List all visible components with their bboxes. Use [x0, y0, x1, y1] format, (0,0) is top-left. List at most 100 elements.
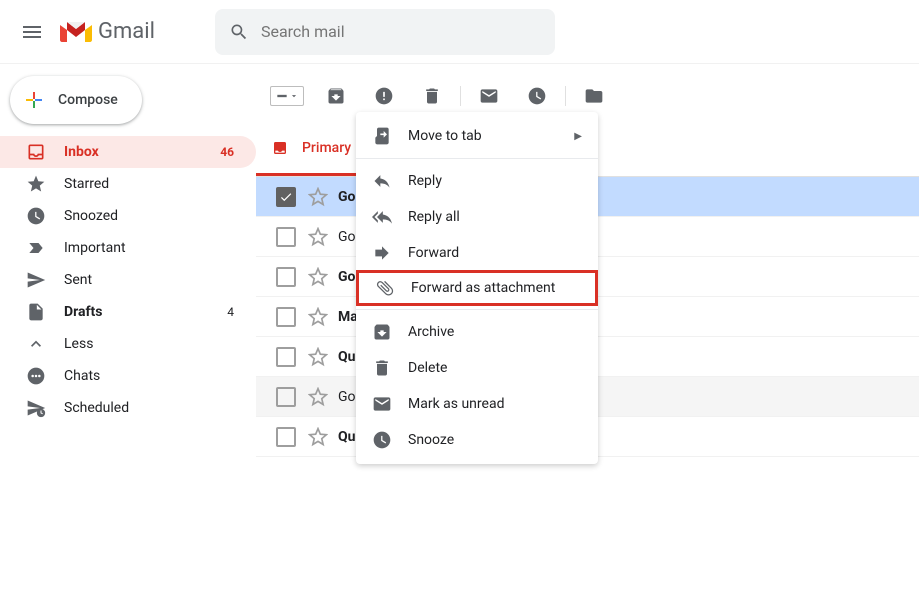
- archive-button[interactable]: [312, 76, 360, 116]
- row-checkbox[interactable]: [276, 307, 296, 327]
- sidebar-item-chats[interactable]: Chats: [0, 360, 256, 392]
- menu-forward[interactable]: Forward: [356, 235, 598, 271]
- search-bar[interactable]: [215, 9, 555, 55]
- app-name: Gmail: [98, 19, 155, 44]
- sidebar-item-scheduled[interactable]: Scheduled: [0, 392, 256, 424]
- folder-icon: [584, 86, 604, 106]
- clock-icon: [372, 430, 392, 450]
- chats-icon: [26, 366, 46, 386]
- tab-primary[interactable]: Primary: [256, 120, 367, 176]
- gmail-logo-icon: [60, 20, 92, 44]
- move-to-button[interactable]: [570, 76, 618, 116]
- reply-all-icon: [372, 207, 392, 227]
- clock-icon: [26, 206, 46, 226]
- menu-forward-as-attachment[interactable]: Forward as attachment: [356, 270, 598, 306]
- clock-icon: [527, 86, 547, 106]
- gmail-logo[interactable]: Gmail: [60, 19, 155, 44]
- menu-reply-all[interactable]: Reply all: [356, 199, 598, 235]
- sidebar-label: Sent: [64, 272, 244, 288]
- hamburger-icon: [20, 20, 44, 44]
- delete-button[interactable]: [408, 76, 456, 116]
- email-sender: Go: [338, 389, 356, 405]
- compose-label: Compose: [58, 92, 118, 108]
- submenu-arrow-icon: ▶: [574, 131, 582, 142]
- spam-icon: [374, 86, 394, 106]
- archive-icon: [372, 322, 392, 342]
- send-icon: [26, 270, 46, 290]
- menu-snooze[interactable]: Snooze: [356, 422, 598, 458]
- sidebar-item-snoozed[interactable]: Snoozed: [0, 200, 256, 232]
- star-icon[interactable]: [308, 227, 328, 247]
- row-checkbox[interactable]: [276, 427, 296, 447]
- menu-label: Forward: [408, 245, 459, 261]
- menu-label: Reply: [408, 173, 442, 189]
- mail-icon: [372, 394, 392, 414]
- sidebar-label: Snoozed: [64, 208, 244, 224]
- email-sender: Go: [338, 229, 356, 245]
- sidebar-item-starred[interactable]: Starred: [0, 168, 256, 200]
- mark-unread-button[interactable]: [465, 76, 513, 116]
- sidebar-item-drafts[interactable]: Drafts 4: [0, 296, 256, 328]
- row-checkbox[interactable]: [276, 187, 296, 207]
- menu-separator: [356, 309, 598, 310]
- menu-archive[interactable]: Archive: [356, 314, 598, 350]
- select-all-checkbox[interactable]: [270, 86, 304, 106]
- menu-mark-unread[interactable]: Mark as unread: [356, 386, 598, 422]
- menu-separator: [356, 158, 598, 159]
- sidebar-count: 46: [220, 145, 234, 159]
- trash-icon: [372, 358, 392, 378]
- reply-icon: [372, 171, 392, 191]
- menu-reply[interactable]: Reply: [356, 163, 598, 199]
- header: Gmail: [0, 0, 919, 64]
- star-icon[interactable]: [308, 427, 328, 447]
- search-input[interactable]: [261, 22, 541, 41]
- menu-label: Move to tab: [408, 128, 482, 144]
- forward-icon: [372, 243, 392, 263]
- compose-button[interactable]: Compose: [10, 76, 142, 124]
- menu-label: Archive: [408, 324, 454, 340]
- sidebar: Compose Inbox 46 Starred Snoozed Importa…: [0, 64, 256, 600]
- star-icon[interactable]: [308, 187, 328, 207]
- star-icon[interactable]: [308, 347, 328, 367]
- sidebar-label: Inbox: [64, 144, 220, 160]
- main-area: Primary Go Go Go Ma: [256, 64, 919, 600]
- menu-label: Mark as unread: [408, 396, 504, 412]
- row-checkbox[interactable]: [276, 267, 296, 287]
- move-to-tab-icon: [372, 126, 392, 146]
- report-spam-button[interactable]: [360, 76, 408, 116]
- toolbar-separator: [565, 86, 566, 106]
- menu-delete[interactable]: Delete: [356, 350, 598, 386]
- row-checkbox[interactable]: [276, 387, 296, 407]
- menu-label: Forward as attachment: [411, 280, 555, 296]
- menu-move-to-tab[interactable]: Move to tab ▶: [356, 118, 598, 154]
- chevron-up-icon: [26, 334, 46, 354]
- plus-icon: [22, 88, 46, 112]
- sidebar-item-inbox[interactable]: Inbox 46: [0, 136, 256, 168]
- sidebar-count: 4: [227, 305, 234, 319]
- hamburger-menu-button[interactable]: [8, 8, 56, 56]
- draft-icon: [26, 302, 46, 322]
- sidebar-item-important[interactable]: Important: [0, 232, 256, 264]
- sidebar-item-sent[interactable]: Sent: [0, 264, 256, 296]
- select-indeterminate-icon: [275, 89, 289, 103]
- dropdown-arrow-icon: [289, 91, 299, 101]
- menu-label: Delete: [408, 360, 447, 376]
- row-checkbox[interactable]: [276, 227, 296, 247]
- star-icon[interactable]: [308, 307, 328, 327]
- star-icon: [26, 174, 46, 194]
- sidebar-label: Chats: [64, 368, 244, 384]
- row-checkbox[interactable]: [276, 347, 296, 367]
- star-icon[interactable]: [308, 267, 328, 287]
- inbox-icon: [272, 140, 288, 156]
- attachment-icon: [375, 278, 395, 298]
- star-icon[interactable]: [308, 387, 328, 407]
- sidebar-label: Drafts: [64, 304, 227, 320]
- sidebar-label: Important: [64, 240, 244, 256]
- menu-label: Snooze: [408, 432, 454, 448]
- search-icon: [229, 22, 249, 42]
- menu-label: Reply all: [408, 209, 460, 225]
- important-icon: [26, 238, 46, 258]
- sidebar-item-less[interactable]: Less: [0, 328, 256, 360]
- sidebar-label: Less: [64, 336, 244, 352]
- snooze-button[interactable]: [513, 76, 561, 116]
